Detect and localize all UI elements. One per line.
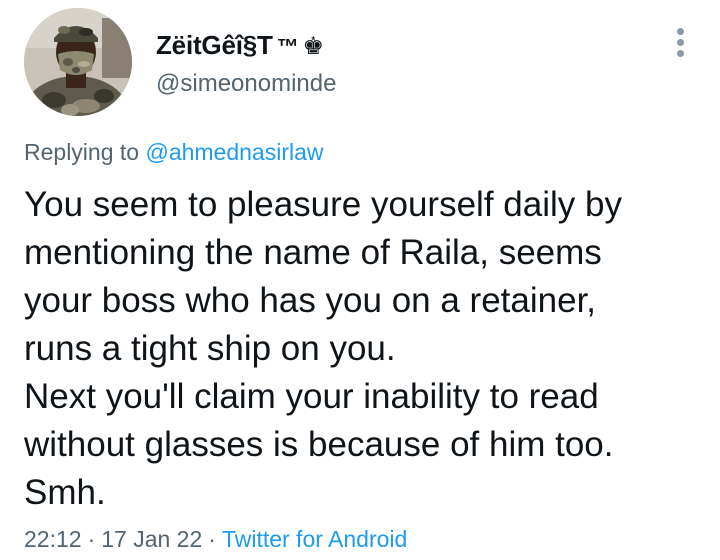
tweet-date[interactable]: 17 Jan 22 bbox=[101, 526, 202, 552]
tweet-text-line: You seem to pleasure yourself daily by bbox=[24, 185, 622, 224]
tweet-text-line: runs a tight ship on you. bbox=[24, 329, 396, 368]
tweet-text-line: your boss who has you on a retainer, bbox=[24, 281, 597, 320]
avatar-photo bbox=[24, 8, 132, 116]
crown-icon: ♚ bbox=[302, 33, 325, 60]
tweet-text-line: mentioning the name of Raila, seems bbox=[24, 233, 602, 272]
replying-to: Replying to @ahmednasirlaw bbox=[24, 139, 324, 166]
display-name[interactable]: ZëitGêî§T ™ ♚ bbox=[156, 30, 324, 61]
more-dot bbox=[677, 28, 684, 35]
tweet-text-line: Next you'll claim your inability to read bbox=[24, 377, 599, 416]
reply-mention-link[interactable]: @ahmednasirlaw bbox=[145, 139, 323, 165]
tweet-text-line: without glasses is because of him too. bbox=[24, 425, 614, 464]
tweet-source-link[interactable]: Twitter for Android bbox=[222, 526, 407, 552]
meta-separator: · bbox=[87, 526, 96, 552]
meta-separator: · bbox=[208, 526, 216, 552]
display-name-text: ZëitGêî§T bbox=[156, 30, 273, 60]
tweet-meta: 22:12 · 17 Jan 22 · Twitter for Android bbox=[24, 526, 407, 553]
user-avatar[interactable] bbox=[24, 8, 132, 116]
tweet-time[interactable]: 22:12 bbox=[24, 526, 82, 552]
more-dot bbox=[677, 50, 684, 57]
tweet-text: You seem to pleasure yourself daily by m… bbox=[24, 181, 694, 517]
tweet-card: ZëitGêî§T ™ ♚ @simeonominde Replying to @a… bbox=[0, 0, 720, 560]
trademark-symbol: ™ bbox=[276, 34, 299, 59]
more-options-icon[interactable] bbox=[670, 24, 690, 60]
tweet-text-line: Smh. bbox=[24, 473, 106, 512]
replying-to-label: Replying to bbox=[24, 139, 140, 165]
more-dot bbox=[677, 39, 684, 46]
user-handle[interactable]: @simeonominde bbox=[156, 70, 336, 98]
